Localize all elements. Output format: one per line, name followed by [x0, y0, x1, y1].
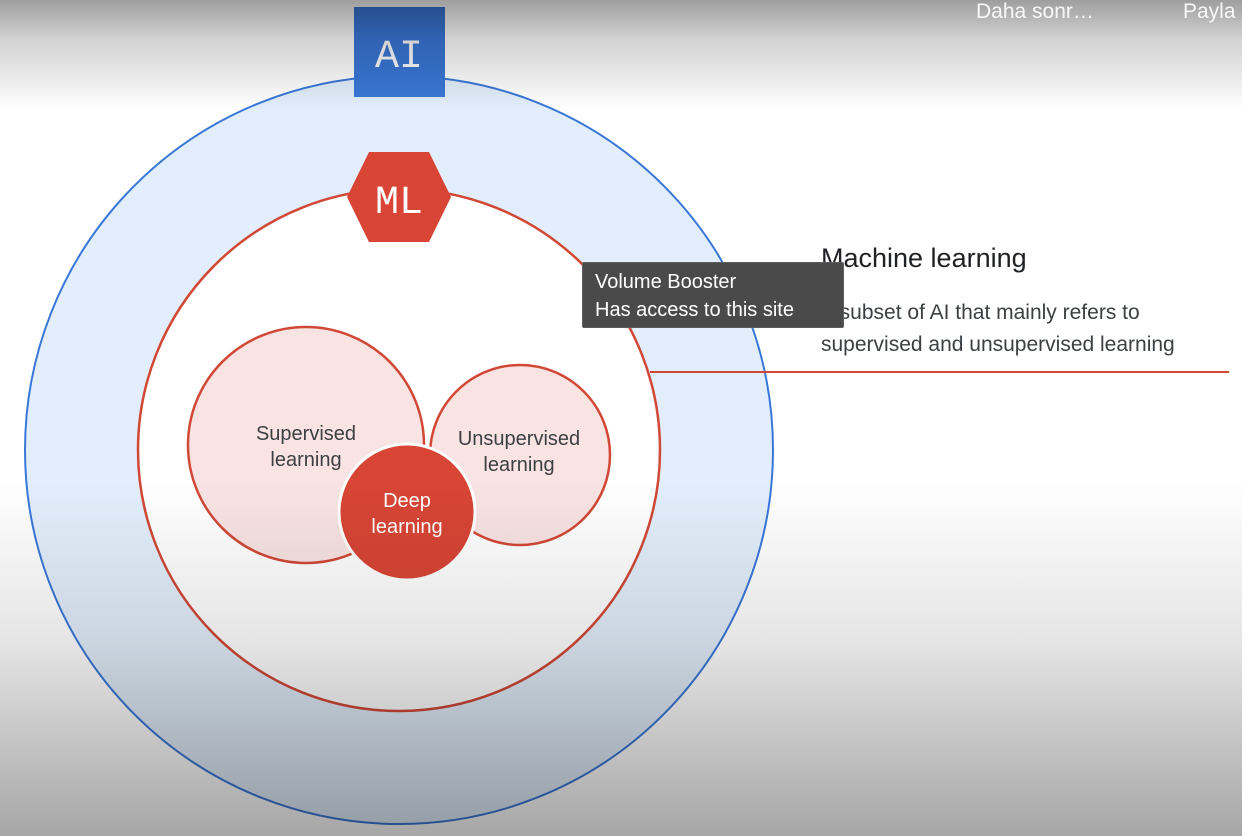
ml-badge-label: ML [375, 181, 423, 226]
watch-later-button[interactable]: Daha sonr… [976, 0, 1094, 24]
label-line: Unsupervised [458, 428, 580, 450]
callout-title: Machine learning [821, 243, 1027, 273]
video-frame[interactable]: Supervised learning Unsupervised learning … [0, 0, 1242, 836]
tooltip-subtitle: Has access to this site [595, 299, 794, 321]
share-button[interactable]: Payla [1183, 0, 1236, 24]
tooltip-title: Volume Booster [595, 271, 737, 293]
label-line: Deep [383, 490, 431, 512]
ai-ml-diagram: Supervised learning Unsupervised learning … [24, 7, 1229, 825]
label-line: learning [270, 449, 341, 471]
ai-badge-label: AI [375, 35, 423, 80]
extension-tooltip: Volume Booster Has access to this site [582, 262, 844, 328]
label-line: Supervised [256, 423, 356, 445]
callout-description: A subset of AI that mainly refers to sup… [821, 301, 1175, 356]
label-line: learning [371, 516, 442, 538]
label-line: learning [483, 454, 554, 476]
deep-learning-circle [337, 442, 477, 582]
